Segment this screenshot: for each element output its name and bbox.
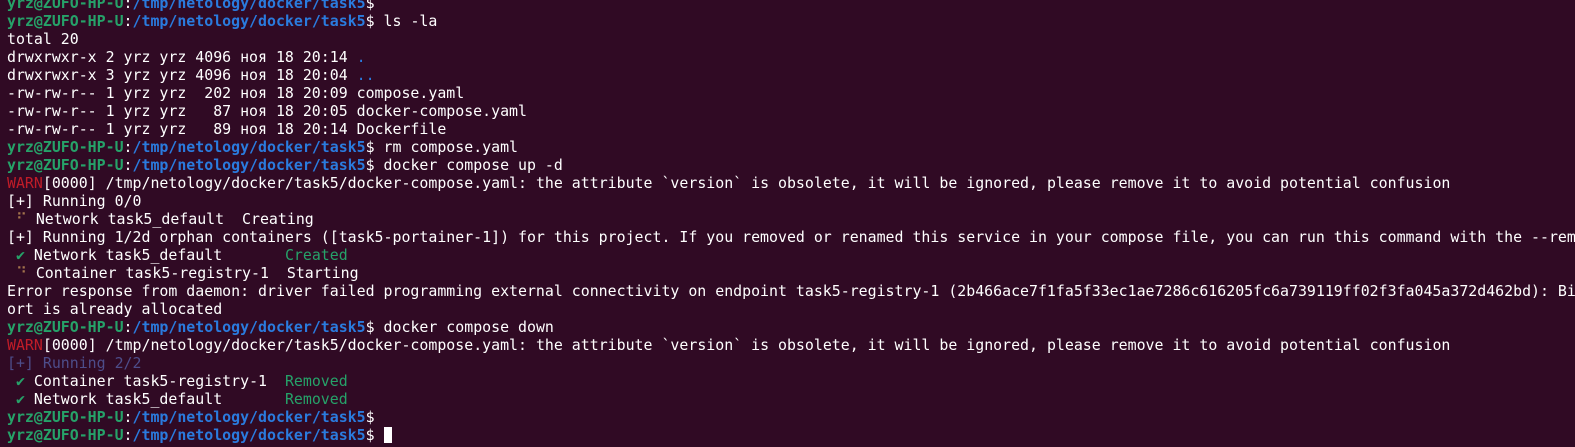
active-prompt-line[interactable]: yrz@ZUFO-HP-U:/tmp/netology/docker/task5… [7, 426, 1575, 444]
warn-label: WARN [7, 174, 43, 192]
prompt-path: /tmp/netology/docker/task5 [132, 408, 366, 426]
prompt-user-host: yrz@ZUFO-HP-U [7, 138, 124, 156]
output-line: drwxrwxr-x 3 yrz yrz 4096 ноя 18 20:04 .… [7, 66, 1575, 84]
prompt-path: /tmp/netology/docker/task5 [132, 12, 366, 30]
prompt-colon: : [123, 12, 133, 30]
prompt-path: /tmp/netology/docker/task5 [132, 426, 366, 444]
status-text: Network task5_default [33, 390, 285, 408]
output-line: -rw-rw-r-- 1 yrz yrz 89 ноя 18 20:14 Doc… [7, 120, 447, 138]
prompt-dollar: $ [365, 426, 375, 444]
prompt-colon: : [123, 156, 133, 174]
warn-message: [0000] /tmp/netology/docker/task5/docker… [42, 174, 1451, 192]
command-text: docker compose up -d [374, 156, 563, 174]
prompt-dollar: $ [365, 12, 375, 30]
prompt-user-host: yrz@ZUFO-HP-U [7, 408, 124, 426]
status-badge: Created [284, 246, 348, 264]
command-text: docker compose down [374, 318, 554, 336]
output-line: -rw-rw-r-- 1 yrz yrz 87 ноя 18 20:05 doc… [7, 102, 527, 120]
status-badge: Removed [284, 372, 348, 390]
status-text: Container task5-registry-1 Starting [35, 264, 359, 282]
status-text: Network task5_default Creating [35, 210, 314, 228]
output-line: drwxrwxr-x 2 yrz yrz 4096 ноя 18 20:14 . [7, 48, 1575, 66]
spinner-icon: ⠙ [7, 264, 36, 282]
prompt-colon: : [123, 138, 133, 156]
prompt-colon: : [123, 0, 133, 12]
output-line: total 20 [7, 30, 79, 48]
prompt-colon: : [123, 408, 133, 426]
prompt-dollar: $ [365, 0, 375, 12]
check-icon: ✔ [7, 372, 34, 390]
status-text: Network task5_default [33, 246, 285, 264]
prompt-user-host: yrz@ZUFO-HP-U [7, 318, 124, 336]
output-line: [+] Running 0/0 [7, 192, 142, 210]
prompt-path: /tmp/netology/docker/task5 [132, 0, 366, 12]
file-listing: drwxrwxr-x 3 yrz yrz 4096 ноя 18 20:04 [7, 66, 357, 84]
output-line: ✔ Network task5_default Created [7, 246, 1575, 264]
output-line: ✔ Network task5_default Removed [7, 390, 1575, 408]
status-text: Container task5-registry-1 [33, 372, 285, 390]
output-line: [+] Running 2/2 [7, 354, 142, 372]
prompt-dollar: $ [365, 138, 375, 156]
prompt-line: yrz@ZUFO-HP-U:/tmp/netology/docker/task5… [7, 156, 1575, 174]
prompt-line: yrz@ZUFO-HP-U:/tmp/netology/docker/task5… [7, 408, 1575, 426]
prompt-colon: : [123, 318, 133, 336]
check-icon: ✔ [7, 246, 34, 264]
warning-line: WARN[0000] /tmp/netology/docker/task5/do… [7, 336, 1575, 354]
command-input[interactable] [375, 426, 384, 444]
output-line: ✔ Container task5-registry-1 Removed [7, 372, 1575, 390]
prompt-line: yrz@ZUFO-HP-U:/tmp/netology/docker/task5… [7, 318, 1575, 336]
prompt-line: yrz@ZUFO-HP-U:/tmp/netology/docker/task5… [7, 138, 1575, 156]
error-line: ort is already allocated [7, 300, 223, 318]
output-line: ⠋ Network task5_default Creating [7, 210, 1575, 228]
warn-message: [0000] /tmp/netology/docker/task5/docker… [42, 336, 1451, 354]
prompt-path: /tmp/netology/docker/task5 [132, 156, 366, 174]
warning-line: WARN[0000] /tmp/netology/docker/task5/do… [7, 174, 1575, 192]
spinner-icon: ⠋ [7, 210, 36, 228]
prompt-dollar: $ [365, 318, 375, 336]
prompt-path: /tmp/netology/docker/task5 [132, 138, 366, 156]
output-line: ⠙ Container task5-registry-1 Starting [7, 264, 1575, 282]
output-line: [+] Running 1/2d orphan containers ([tas… [7, 228, 1575, 246]
command-text: ls -la [374, 12, 438, 30]
prompt-dollar: $ [365, 156, 375, 174]
warn-label: WARN [7, 336, 43, 354]
status-badge: Removed [284, 390, 348, 408]
file-listing: drwxrwxr-x 2 yrz yrz 4096 ноя 18 20:14 [7, 48, 357, 66]
prompt-line: yrz@ZUFO-HP-U:/tmp/netology/docker/task5… [7, 0, 1575, 12]
command-text: rm compose.yaml [374, 138, 519, 156]
terminal-window[interactable]: yrz@ZUFO-HP-U:/tmp/netology/docker/task5… [0, 0, 1575, 447]
directory-name: .. [356, 66, 375, 84]
prompt-user-host: yrz@ZUFO-HP-U [7, 0, 124, 12]
prompt-line: yrz@ZUFO-HP-U:/tmp/netology/docker/task5… [7, 12, 1575, 30]
output-line: -rw-rw-r-- 1 yrz yrz 202 ноя 18 20:09 co… [7, 84, 465, 102]
text-cursor [383, 427, 392, 443]
directory-name: . [356, 48, 366, 66]
check-icon: ✔ [7, 390, 34, 408]
prompt-user-host: yrz@ZUFO-HP-U [7, 12, 124, 30]
command-text [375, 0, 384, 12]
error-line: Error response from daemon: driver faile… [7, 282, 1575, 300]
prompt-user-host: yrz@ZUFO-HP-U [7, 156, 124, 174]
prompt-path: /tmp/netology/docker/task5 [132, 318, 366, 336]
prompt-user-host: yrz@ZUFO-HP-U [7, 426, 124, 444]
prompt-colon: : [123, 426, 133, 444]
prompt-dollar: $ [365, 408, 375, 426]
terminal-output: yrz@ZUFO-HP-U:/tmp/netology/docker/task5… [7, 0, 1575, 444]
